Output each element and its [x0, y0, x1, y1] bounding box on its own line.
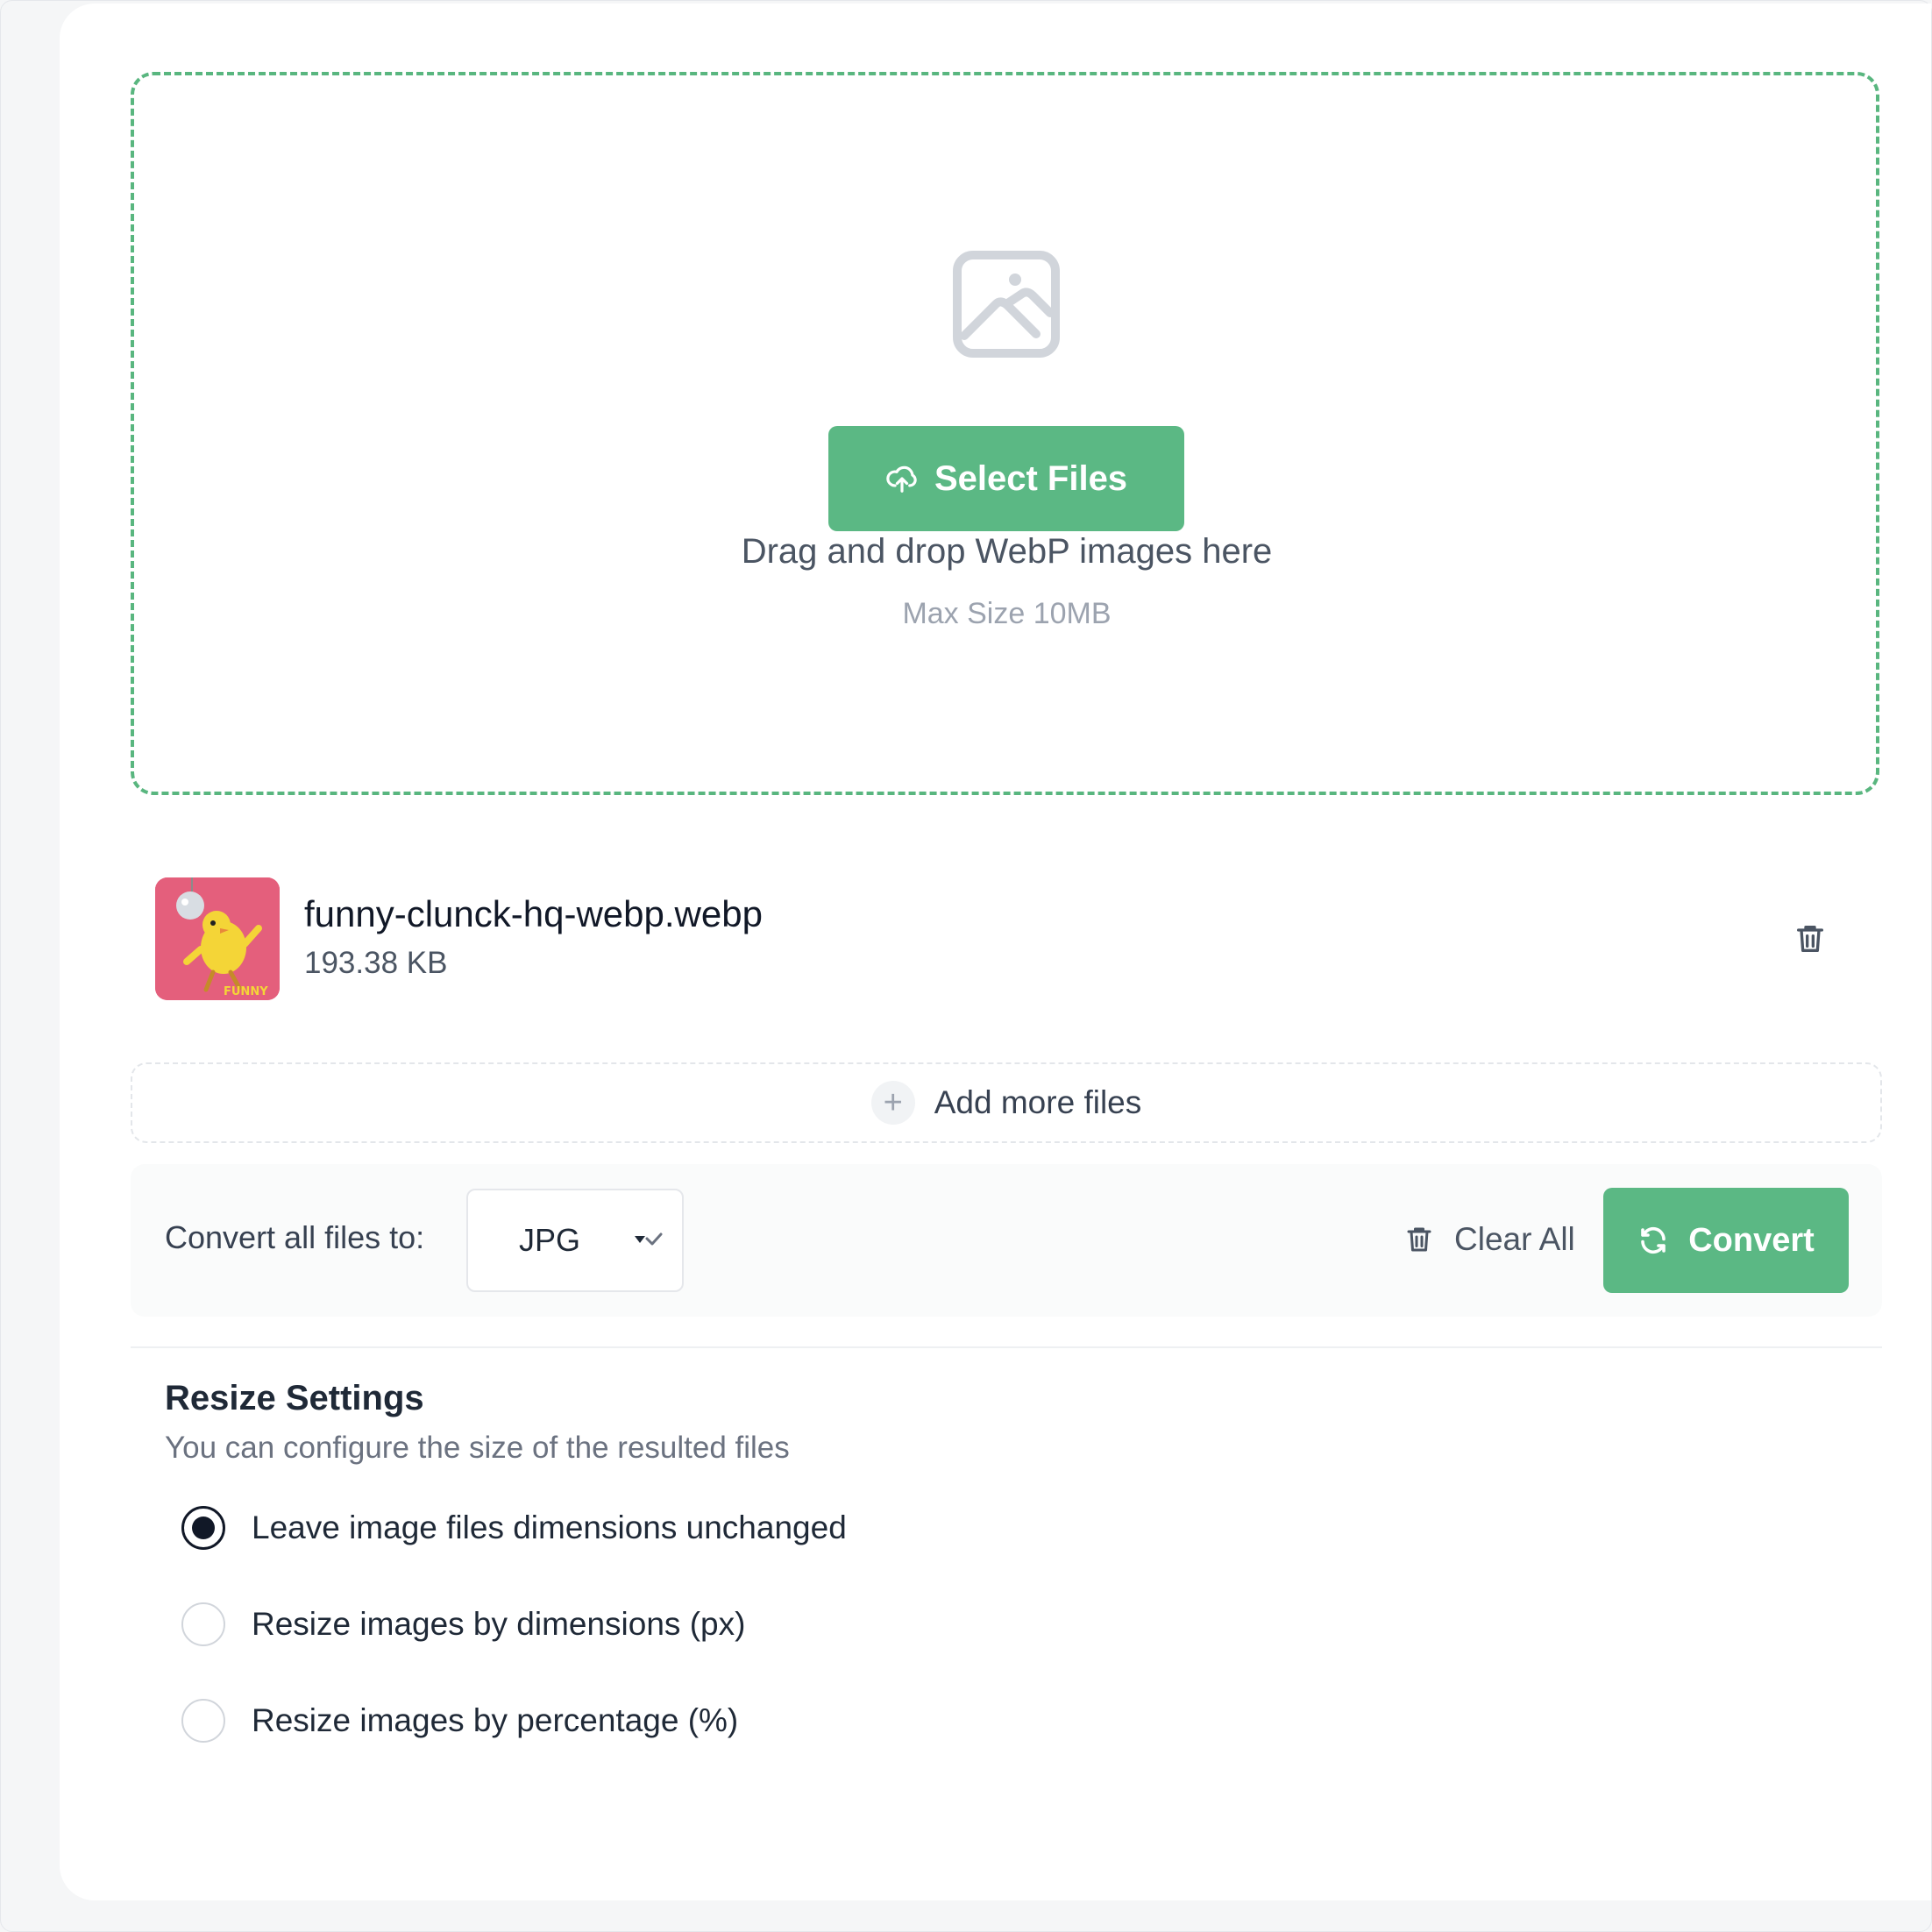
convert-all-label: Convert all files to: — [165, 1219, 425, 1255]
radio-option-unchanged[interactable]: Leave image files dimensions unchanged — [181, 1505, 847, 1551]
radio-button[interactable] — [181, 1699, 225, 1743]
add-more-files-button[interactable]: + Add more files — [131, 1062, 1882, 1143]
image-placeholder-icon — [953, 251, 1060, 358]
plus-icon: + — [870, 1081, 915, 1125]
format-select[interactable]: JPG — [466, 1189, 684, 1292]
radio-button[interactable] — [181, 1506, 225, 1550]
thumbnail-caption: FUNNY — [224, 985, 268, 998]
resize-settings-title: Resize Settings — [165, 1379, 424, 1417]
upload-cloud-icon — [886, 465, 917, 493]
refresh-icon — [1641, 1226, 1666, 1254]
app-frame: Select Files Drag and drop WebP images h… — [0, 0, 1932, 1932]
clear-all-label: Clear All — [1454, 1221, 1575, 1257]
file-thumbnail: FUNNY — [155, 877, 280, 1000]
add-more-files-label: Add more files — [934, 1084, 1142, 1120]
section-divider — [131, 1346, 1882, 1348]
max-size-text: Max Size 10MB — [902, 597, 1112, 630]
convert-button[interactable]: Convert — [1603, 1188, 1849, 1293]
resize-settings-subtitle: You can configure the size of the result… — [165, 1431, 790, 1465]
chevron-down-icon — [635, 1232, 663, 1246]
convert-label: Convert — [1688, 1221, 1815, 1259]
select-files-label: Select Files — [934, 458, 1128, 498]
trash-icon[interactable] — [1793, 921, 1828, 956]
select-files-button[interactable]: Select Files — [828, 426, 1184, 531]
drag-drop-text: Drag and drop WebP images here — [741, 532, 1273, 571]
clear-all-button[interactable]: Clear All — [1403, 1215, 1575, 1264]
file-size: 193.38 KB — [304, 946, 448, 980]
radio-option-percentage[interactable]: Resize images by percentage (%) — [181, 1698, 738, 1744]
radio-label: Resize images by percentage (%) — [252, 1702, 739, 1738]
trash-icon — [1407, 1227, 1431, 1252]
radio-selected-dot — [192, 1516, 215, 1539]
thumbnail-image: FUNNY — [155, 877, 280, 1000]
radio-label: Leave image files dimensions unchanged — [252, 1509, 847, 1545]
radio-option-dimensions[interactable]: Resize images by dimensions (px) — [181, 1602, 745, 1647]
format-select-value: JPG — [519, 1222, 581, 1258]
radio-button[interactable] — [181, 1602, 225, 1646]
radio-label: Resize images by dimensions (px) — [252, 1606, 746, 1642]
file-name: funny-clunck-hq-webp.webp — [304, 893, 763, 934]
